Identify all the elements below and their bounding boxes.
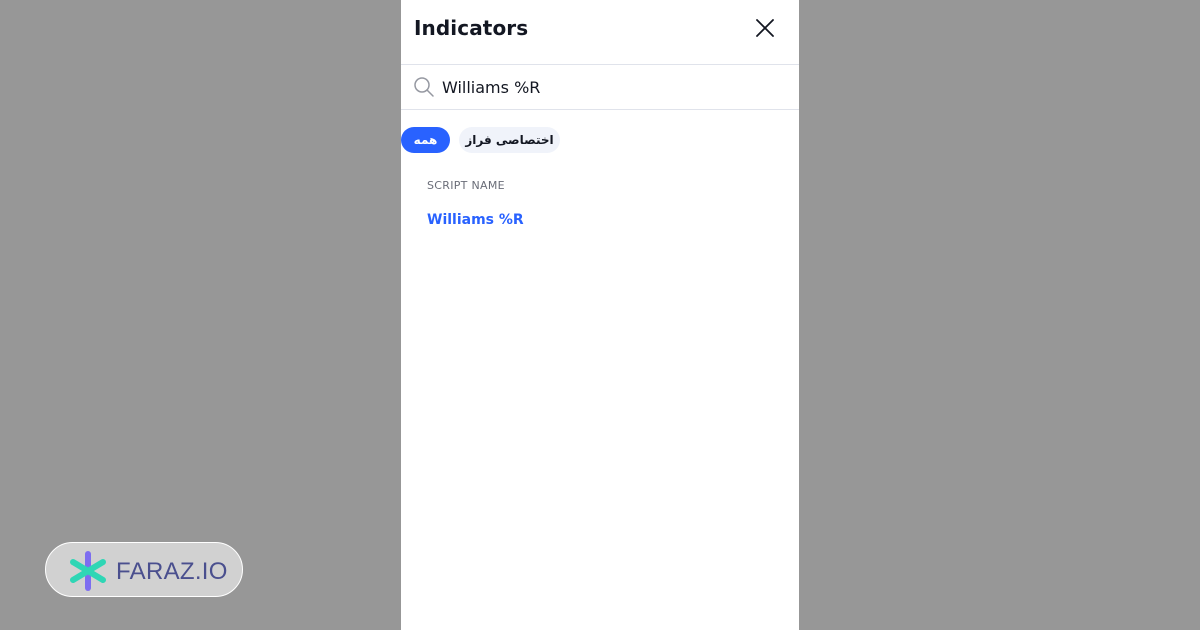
watermark-badge: FARAZ.IO [45,542,243,597]
indicators-dialog: Indicators همه اختصاصی فراز SCRIPT NAME … [401,0,799,630]
search-input[interactable] [442,73,782,101]
dialog-title: Indicators [414,16,529,40]
faraz-logo-icon [70,551,106,591]
dialog-header: Indicators [401,0,799,65]
search-icon [414,77,434,97]
close-icon [756,19,774,37]
filter-chip-all[interactable]: همه [401,127,450,153]
search-bar [401,65,799,110]
result-item[interactable]: Williams %R [401,204,799,238]
results-column-header: SCRIPT NAME [427,179,505,192]
result-item-name: Williams %R [427,212,524,228]
close-button[interactable] [751,14,779,42]
watermark-text: FARAZ.IO [116,558,228,585]
filter-chip-custom[interactable]: اختصاصی فراز [459,127,560,153]
